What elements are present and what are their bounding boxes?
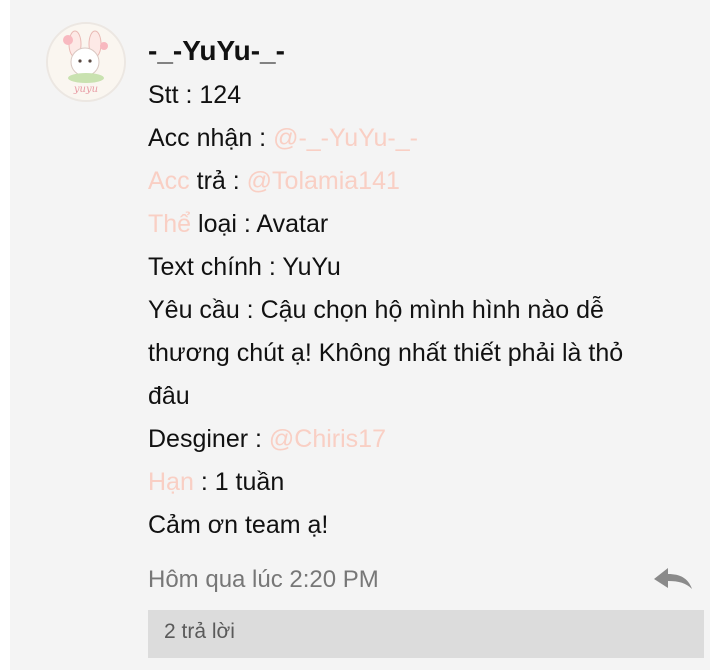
mention-acc-tra[interactable]: @Tolamia141 — [247, 167, 400, 195]
stt-line: Stt : 124 — [148, 81, 242, 109]
mention-designer[interactable]: @Chiris17 — [269, 425, 386, 453]
acc-tra-line: Acc trả : @Tolamia141 — [148, 160, 708, 203]
post-timestamp: Hôm qua lúc 2:20 PM — [148, 566, 379, 593]
acc-tra-word[interactable]: Acc — [148, 167, 190, 195]
the-loai-line: Thể loại : Avatar — [148, 203, 708, 246]
reply-arrow-icon[interactable] — [650, 562, 696, 598]
acc-tra-label: trả : — [189, 167, 247, 195]
han-label: : 1 tuần — [193, 468, 285, 496]
avatar[interactable]: yuyu — [46, 22, 126, 102]
thanks-line: Cảm ơn team ạ! — [148, 511, 329, 539]
avatar-bunny-icon: yuyu — [48, 24, 124, 100]
post-card: yuyu -_-YuYu-_- Stt : 124 Acc nhận : @-_… — [10, 0, 710, 670]
han-line: Hạn : 1 tuần — [148, 461, 708, 504]
designer-label: Desginer : — [148, 425, 269, 453]
yeu-cau-line-2: thương chút ạ! Không nhất thiết phải là … — [148, 339, 624, 367]
acc-nhan-line: Acc nhận : @-_-YuYu-_- — [148, 117, 708, 160]
text-chinh-line: Text chính : YuYu — [148, 253, 341, 281]
replies-label: 2 trả lời — [164, 620, 235, 643]
post-body: -_-YuYu-_- Stt : 124 Acc nhận : @-_-YuYu… — [148, 28, 708, 547]
svg-text:yuyu: yuyu — [73, 84, 98, 95]
username[interactable]: -_-YuYu-_- — [148, 28, 708, 74]
the-loai-word[interactable]: Thể — [148, 210, 191, 238]
han-word[interactable]: Hạn — [148, 468, 194, 496]
yeu-cau-line-1: Yêu cầu : Cậu chọn hộ mình hình nào dễ — [148, 296, 604, 324]
designer-line: Desginer : @Chiris17 — [148, 418, 708, 461]
mention-acc-nhan[interactable]: @-_-YuYu-_- — [273, 124, 418, 152]
acc-nhan-label: Acc nhận : — [148, 124, 274, 152]
yeu-cau-line-3: đâu — [148, 382, 190, 410]
replies-button[interactable]: 2 trả lời — [148, 610, 704, 658]
the-loai-label: loại : Avatar — [191, 210, 329, 238]
